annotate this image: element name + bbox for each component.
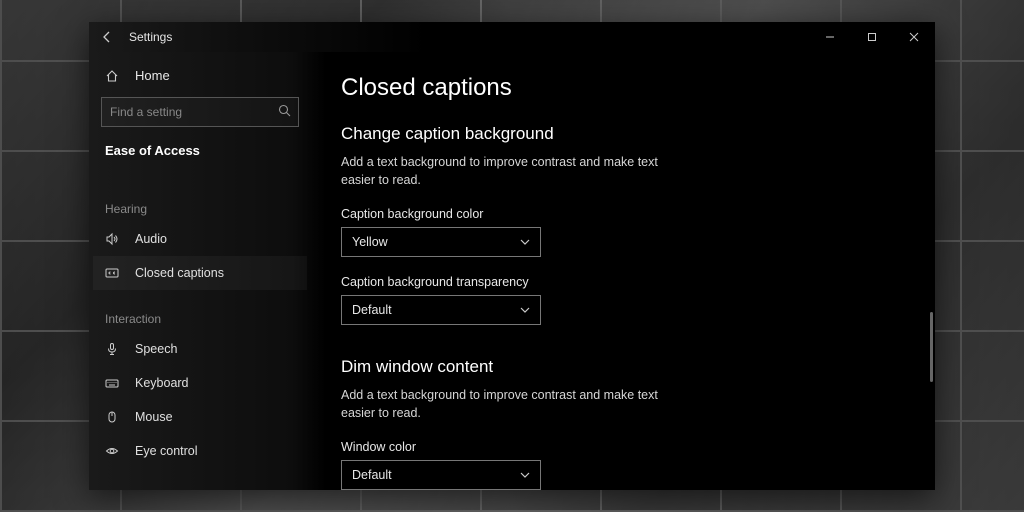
- sidebar: Home Ease of Access Hearing Audio: [89, 52, 311, 490]
- home-icon: [105, 69, 121, 83]
- dropdown-value: Default: [352, 303, 392, 317]
- window-title: Settings: [129, 30, 172, 44]
- sidebar-item-label: Eye control: [135, 444, 198, 458]
- sidebar-item-label: Keyboard: [135, 376, 189, 390]
- search-input[interactable]: [101, 97, 299, 127]
- sidebar-item-speech[interactable]: Speech: [93, 332, 307, 366]
- settings-window: Settings Home: [89, 22, 935, 490]
- maximize-icon: [867, 32, 877, 42]
- home-link[interactable]: Home: [93, 60, 307, 91]
- mouse-icon: [105, 410, 121, 424]
- dropdown-value: Default: [352, 468, 392, 482]
- chevron-down-icon: [520, 239, 530, 245]
- page-title: Closed captions: [341, 74, 905, 102]
- content-area: Closed captions Change caption backgroun…: [311, 52, 935, 490]
- sidebar-item-label: Mouse: [135, 410, 173, 424]
- home-label: Home: [135, 68, 170, 83]
- search-icon: [278, 104, 291, 117]
- keyboard-icon: [105, 376, 121, 390]
- section-interaction: Interaction: [93, 302, 307, 332]
- sidebar-item-label: Audio: [135, 232, 167, 246]
- sidebar-item-closed-captions[interactable]: Closed captions: [93, 256, 307, 290]
- section-description: Add a text background to improve contras…: [341, 387, 681, 422]
- dropdown-bg-transparency[interactable]: Default: [341, 295, 541, 325]
- sidebar-item-label: Closed captions: [135, 266, 224, 280]
- closed-captions-icon: [105, 266, 121, 280]
- search-container: [101, 97, 299, 127]
- close-icon: [909, 32, 919, 42]
- sidebar-item-mouse[interactable]: Mouse: [93, 400, 307, 434]
- close-button[interactable]: [893, 22, 935, 52]
- dropdown-value: Yellow: [352, 235, 388, 249]
- sidebar-item-keyboard[interactable]: Keyboard: [93, 366, 307, 400]
- sidebar-item-audio[interactable]: Audio: [93, 222, 307, 256]
- body: Home Ease of Access Hearing Audio: [89, 52, 935, 490]
- section-description: Add a text background to improve contras…: [341, 154, 681, 189]
- field-label-bg-color: Caption background color: [341, 207, 905, 221]
- window-controls: [809, 22, 935, 52]
- eye-icon: [105, 444, 121, 458]
- dropdown-window-color[interactable]: Default: [341, 460, 541, 490]
- category-label: Ease of Access: [93, 137, 307, 174]
- scrollbar[interactable]: [930, 312, 933, 382]
- minimize-button[interactable]: [809, 22, 851, 52]
- minimize-icon: [825, 32, 835, 42]
- sidebar-item-eye-control[interactable]: Eye control: [93, 434, 307, 468]
- field-label-window-color: Window color: [341, 440, 905, 454]
- section-heading-background: Change caption background: [341, 124, 905, 144]
- maximize-button[interactable]: [851, 22, 893, 52]
- chevron-down-icon: [520, 472, 530, 478]
- arrow-left-icon: [100, 30, 114, 44]
- dropdown-bg-color[interactable]: Yellow: [341, 227, 541, 257]
- sidebar-item-label: Speech: [135, 342, 177, 356]
- back-button[interactable]: [89, 22, 125, 52]
- section-heading-dim: Dim window content: [341, 357, 905, 377]
- chevron-down-icon: [520, 307, 530, 313]
- field-label-bg-transparency: Caption background transparency: [341, 275, 905, 289]
- audio-icon: [105, 232, 121, 246]
- microphone-icon: [105, 342, 121, 356]
- titlebar: Settings: [89, 22, 935, 52]
- section-hearing: Hearing: [93, 192, 307, 222]
